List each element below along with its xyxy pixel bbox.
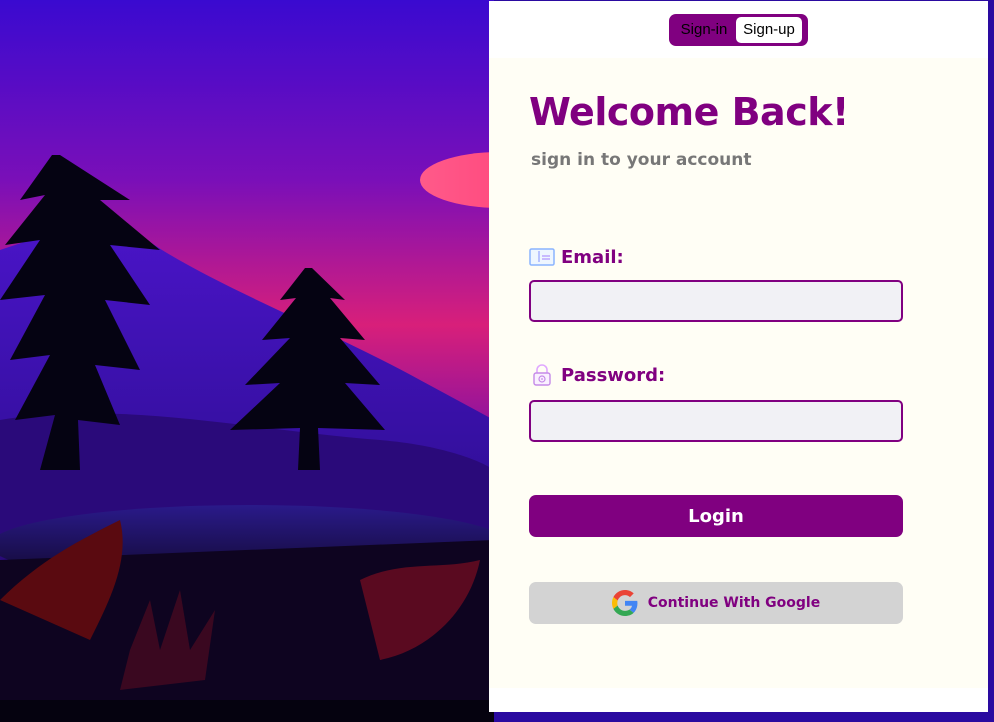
page: Sign-in Sign-up Welcome Back! sign in to… xyxy=(0,0,994,722)
google-logo-icon xyxy=(611,590,638,616)
password-field[interactable] xyxy=(529,400,903,442)
google-button-label: Continue With Google xyxy=(647,595,821,611)
auth-panel: Sign-in Sign-up Welcome Back! sign in to… xyxy=(489,1,988,712)
email-label: Email: xyxy=(529,246,624,268)
password-label-text: Password: xyxy=(561,364,666,386)
page-title: Welcome Back! xyxy=(529,90,849,134)
email-field[interactable] xyxy=(529,280,903,322)
login-button[interactable]: Login xyxy=(529,495,903,537)
continue-with-google-button[interactable]: Continue With Google xyxy=(529,582,903,624)
page-subtitle: sign in to your account xyxy=(531,150,752,170)
auth-mode-toggle: Sign-in Sign-up xyxy=(669,14,808,46)
email-label-text: Email: xyxy=(561,246,624,268)
signup-tab[interactable]: Sign-up xyxy=(736,17,802,43)
lock-icon xyxy=(529,364,555,386)
id-card-icon xyxy=(529,246,555,268)
signin-tab[interactable]: Sign-in xyxy=(672,17,736,43)
password-label: Password: xyxy=(529,364,665,386)
signin-card: Welcome Back! sign in to your account Em… xyxy=(489,58,988,688)
